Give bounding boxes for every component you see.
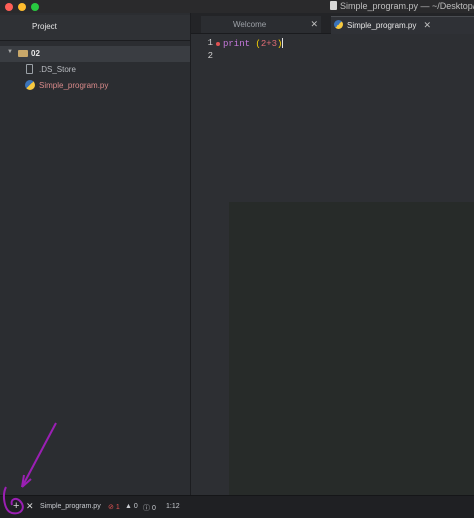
editor-highlight-region: [229, 202, 474, 495]
error-marker-icon[interactable]: [216, 42, 220, 46]
status-bar: + ✕ Simple_program.py ⊘ 1 ▲ 0 ⓘ 0 1:12: [0, 495, 474, 518]
file-label: Simple_program.py: [39, 81, 109, 90]
window-title: Simple_program.py — ~/Desktop/: [330, 1, 474, 11]
code-keyword: print: [223, 39, 251, 49]
file-icon: [26, 64, 33, 74]
minimize-window-button[interactable]: [18, 3, 26, 11]
python-icon: [25, 80, 35, 90]
status-warnings[interactable]: ▲ 0: [125, 503, 138, 510]
tab-label: Welcome: [233, 20, 267, 29]
line-number-gutter: 1 2: [191, 38, 213, 64]
code-line: print (2+3): [223, 38, 284, 51]
code-editor[interactable]: 1 2 print (2+3): [191, 34, 474, 495]
project-tab-label: Project: [32, 22, 57, 31]
close-icon[interactable]: ✕: [310, 19, 318, 30]
close-window-button[interactable]: [5, 3, 13, 11]
line-number: 2: [207, 51, 213, 61]
tree-file-ds-store[interactable]: .DS_Store: [0, 62, 190, 78]
project-tab[interactable]: Project: [0, 15, 190, 41]
file-label: .DS_Store: [39, 65, 76, 74]
text-cursor: [282, 38, 284, 48]
status-errors[interactable]: ⊘ 1: [108, 503, 120, 511]
status-infos[interactable]: ⓘ 0: [143, 503, 156, 513]
tree-folder-02[interactable]: ▼ 02: [0, 46, 190, 62]
tree-file-simple-program[interactable]: Simple_program.py: [0, 78, 190, 94]
close-icon[interactable]: ✕: [423, 20, 431, 31]
cursor-position[interactable]: 1:12: [166, 503, 180, 510]
tab-label: Simple_program.py: [347, 21, 417, 30]
folder-icon: [18, 50, 28, 57]
warning-count: 0: [133, 503, 138, 510]
annotation-arrow: [3, 422, 57, 515]
line-number: 1: [207, 38, 213, 48]
code-expression: 2+3: [260, 39, 278, 49]
tab-simple-program[interactable]: Simple_program.py ✕: [331, 16, 474, 34]
code-paren-open: (: [250, 39, 261, 49]
file-tree: ▼ 02 .DS_Store Simple_program.py: [0, 46, 190, 94]
tab-welcome[interactable]: Welcome ✕: [201, 16, 321, 33]
info-count: 0: [151, 505, 156, 512]
document-icon: [330, 1, 337, 10]
error-count: 1: [115, 504, 120, 511]
folder-label: 02: [31, 49, 40, 58]
arrow-shaft: [21, 422, 57, 488]
editor-tab-bar: Welcome ✕ Simple_program.py ✕: [191, 13, 474, 34]
python-icon: [334, 20, 343, 29]
annotation-circle: [3, 486, 24, 515]
code-area[interactable]: print (2+3): [223, 38, 284, 64]
zoom-window-button[interactable]: [31, 3, 39, 11]
caret-down-icon[interactable]: ▼: [7, 49, 13, 55]
title-bar: Simple_program.py — ~/Desktop/: [0, 0, 474, 13]
